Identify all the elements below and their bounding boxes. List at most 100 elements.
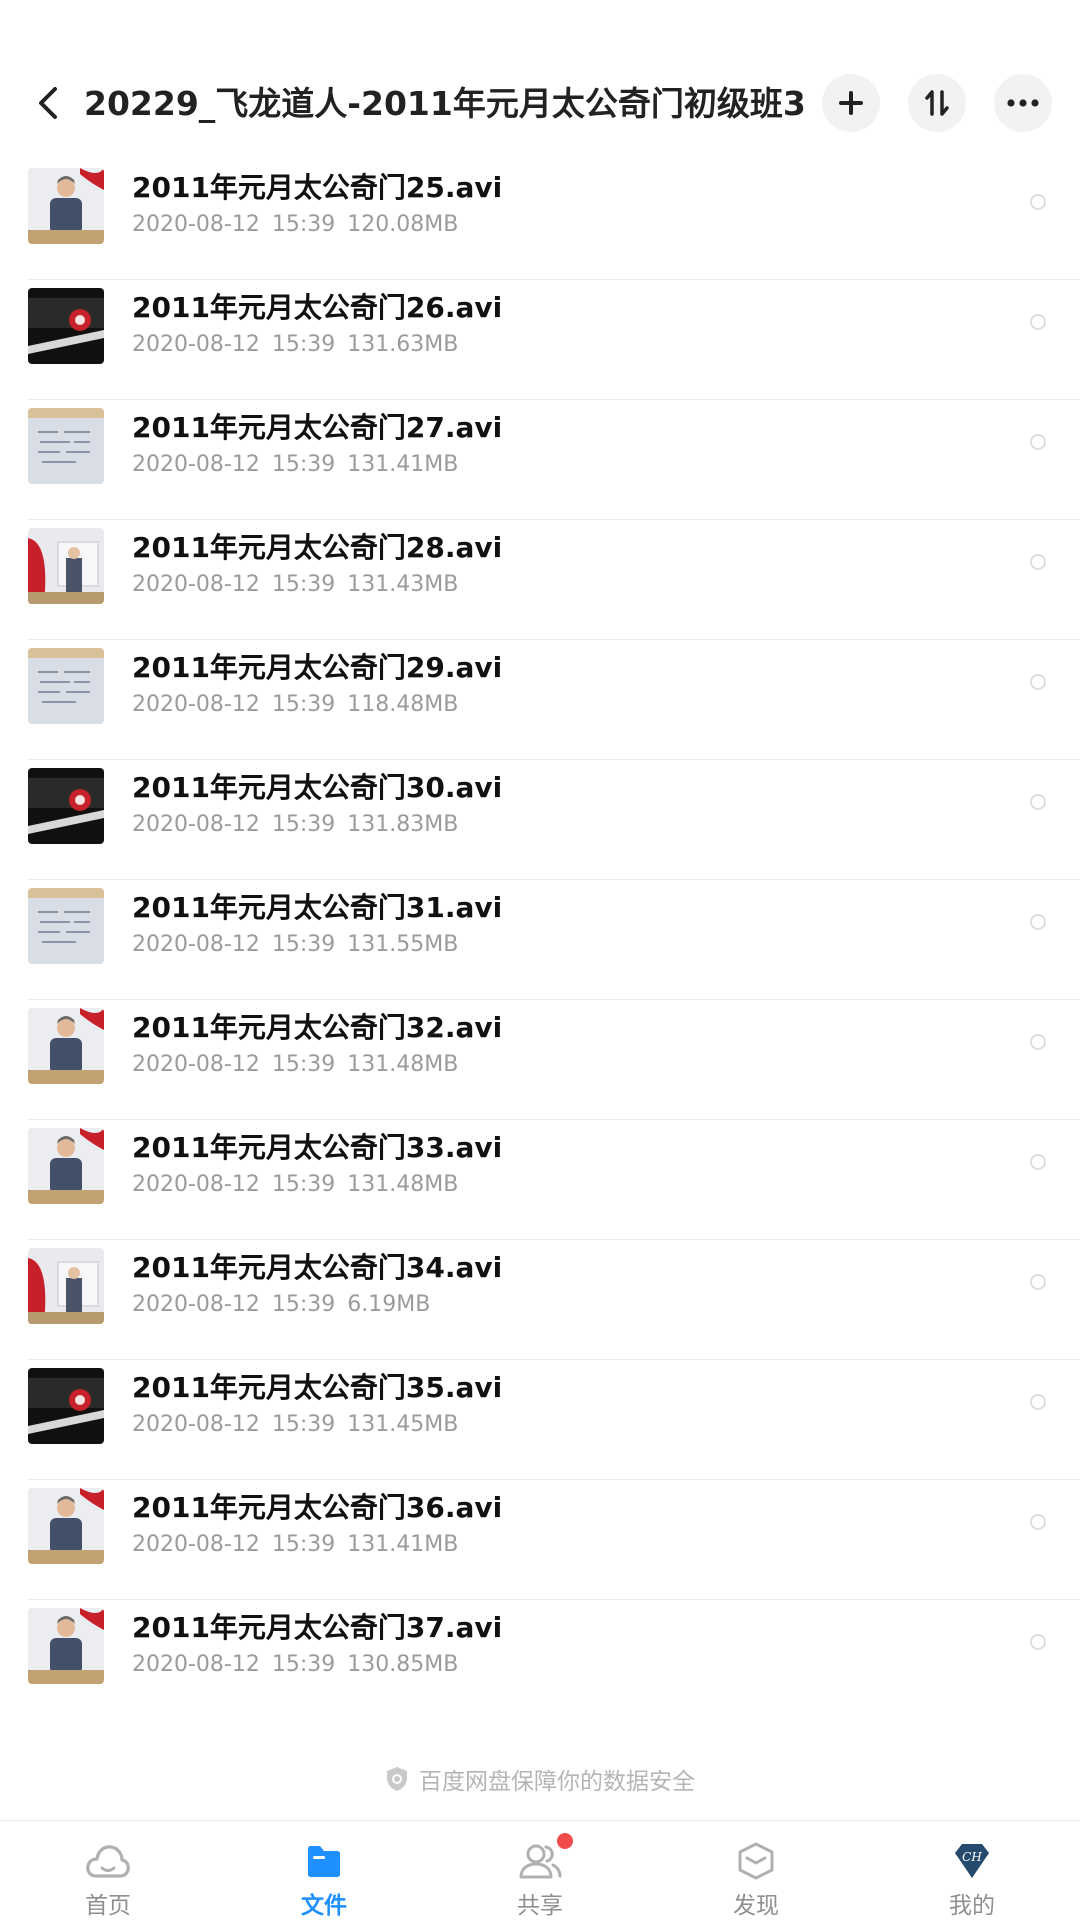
select-radio[interactable] — [1030, 914, 1046, 930]
video-thumbnail — [28, 1488, 104, 1564]
file-row[interactable]: 2011年元月太公奇门32.avi 2020-08-12 15:39 131.48MB — [0, 1000, 1080, 1120]
select-radio[interactable] — [1030, 1634, 1046, 1650]
cloud-icon — [86, 1845, 130, 1878]
file-date: 2020-08-12 — [132, 1412, 260, 1437]
file-date: 2020-08-12 — [132, 452, 260, 477]
select-radio[interactable] — [1030, 1154, 1046, 1170]
plus-icon — [839, 91, 863, 115]
file-row[interactable]: 2011年元月太公奇门35.avi 2020-08-12 15:39 131.45MB — [0, 1360, 1080, 1480]
file-size: 118.48MB — [347, 692, 459, 717]
file-row[interactable]: 2011年元月太公奇门36.avi 2020-08-12 15:39 131.41MB — [0, 1480, 1080, 1600]
file-name: 2011年元月太公奇门26.avi — [132, 291, 503, 324]
file-meta: 2020-08-12 15:39 131.45MB — [132, 1410, 470, 1440]
video-thumbnail — [28, 528, 104, 604]
more-button[interactable] — [994, 74, 1052, 132]
sort-button[interactable] — [908, 74, 966, 132]
file-name: 2011年元月太公奇门34.avi — [132, 1251, 503, 1284]
video-thumbnail — [28, 1008, 104, 1084]
file-time: 15:39 — [271, 932, 336, 957]
file-time: 15:39 — [271, 692, 336, 717]
file-date: 2020-08-12 — [132, 692, 260, 717]
select-radio[interactable] — [1030, 434, 1046, 450]
file-date: 2020-08-12 — [132, 572, 260, 597]
select-radio[interactable] — [1030, 194, 1046, 210]
file-date: 2020-08-12 — [132, 1172, 260, 1197]
file-row[interactable]: 2011年元月太公奇门27.avi 2020-08-12 15:39 131.41MB — [0, 400, 1080, 520]
file-size: 131.83MB — [347, 812, 459, 837]
file-row[interactable]: 2011年元月太公奇门37.avi 2020-08-12 15:39 130.85MB — [0, 1600, 1080, 1720]
select-radio[interactable] — [1030, 314, 1046, 330]
back-button[interactable] — [28, 78, 68, 128]
select-radio[interactable] — [1030, 1274, 1046, 1290]
video-thumbnail — [28, 1608, 104, 1684]
select-radio[interactable] — [1030, 554, 1046, 570]
file-row[interactable]: 2011年元月太公奇门25.avi 2020-08-12 15:39 120.08MB — [0, 160, 1080, 280]
file-row[interactable]: 2011年元月太公奇门30.avi 2020-08-12 15:39 131.83MB — [0, 760, 1080, 880]
nav-discover-label: 发现 — [733, 1893, 779, 1919]
file-name: 2011年元月太公奇门33.avi — [132, 1131, 503, 1164]
file-time: 15:39 — [271, 452, 336, 477]
video-thumbnail — [28, 888, 104, 964]
file-size: 131.48MB — [347, 1172, 459, 1197]
folder-icon — [308, 1846, 340, 1877]
file-time: 15:39 — [271, 1052, 336, 1077]
file-meta: 2020-08-12 15:39 131.43MB — [132, 570, 470, 600]
nav-files[interactable]: 文件 — [216, 1821, 432, 1920]
video-thumbnail — [28, 1368, 104, 1444]
file-list: 2011年元月太公奇门25.avi 2020-08-12 15:39 120.08MB… — [0, 160, 1080, 1720]
file-name: 2011年元月太公奇门31.avi — [132, 891, 503, 924]
file-meta: 2020-08-12 15:39 120.08MB — [132, 210, 470, 240]
page-title: 20229_飞龙道人-2011年元月太公奇门初级班37集 — [84, 84, 804, 123]
file-size: 6.19MB — [347, 1292, 431, 1317]
nav-home[interactable]: 首页 — [0, 1821, 216, 1920]
file-name: 2011年元月太公奇门30.avi — [132, 771, 503, 804]
file-row[interactable]: 2011年元月太公奇门28.avi 2020-08-12 15:39 131.43MB — [0, 520, 1080, 640]
nav-share[interactable]: 共享 — [432, 1821, 648, 1920]
file-time: 15:39 — [271, 332, 336, 357]
file-row[interactable]: 2011年元月太公奇门33.avi 2020-08-12 15:39 131.48MB — [0, 1120, 1080, 1240]
file-name: 2011年元月太公奇门32.avi — [132, 1011, 503, 1044]
video-thumbnail — [28, 288, 104, 364]
file-date: 2020-08-12 — [132, 1652, 260, 1677]
nav-mine[interactable]: CH 我的 — [864, 1821, 1080, 1920]
file-row[interactable]: 2011年元月太公奇门29.avi 2020-08-12 15:39 118.48MB — [0, 640, 1080, 760]
file-meta: 2020-08-12 15:39 130.85MB — [132, 1650, 470, 1680]
file-size: 130.85MB — [347, 1652, 459, 1677]
chevron-left-icon — [39, 87, 57, 119]
file-row[interactable]: 2011年元月太公奇门31.avi 2020-08-12 15:39 131.55MB — [0, 880, 1080, 1000]
file-size: 131.41MB — [347, 452, 459, 477]
select-radio[interactable] — [1030, 1514, 1046, 1530]
select-radio[interactable] — [1030, 674, 1046, 690]
video-thumbnail — [28, 768, 104, 844]
select-radio[interactable] — [1030, 794, 1046, 810]
file-date: 2020-08-12 — [132, 1532, 260, 1557]
video-thumbnail — [28, 168, 104, 244]
nav-discover[interactable]: 发现 — [648, 1821, 864, 1920]
video-thumbnail — [28, 408, 104, 484]
file-meta: 2020-08-12 15:39 118.48MB — [132, 690, 470, 720]
file-meta: 2020-08-12 15:39 131.41MB — [132, 1530, 470, 1560]
file-time: 15:39 — [271, 1412, 336, 1437]
more-icon — [1007, 99, 1039, 107]
file-name: 2011年元月太公奇门36.avi — [132, 1491, 503, 1524]
add-button[interactable] — [822, 74, 880, 132]
nav-share-label: 共享 — [517, 1893, 563, 1919]
select-radio[interactable] — [1030, 1034, 1046, 1050]
people-icon — [519, 1844, 562, 1879]
security-note: 百度网盘保障你的数据安全 — [0, 1762, 1080, 1796]
file-row[interactable]: 2011年元月太公奇门34.avi 2020-08-12 15:39 6.19MB — [0, 1240, 1080, 1360]
file-row[interactable]: 2011年元月太公奇门26.avi 2020-08-12 15:39 131.63MB — [0, 280, 1080, 400]
file-time: 15:39 — [271, 212, 336, 237]
file-meta: 2020-08-12 15:39 131.63MB — [132, 330, 470, 360]
file-date: 2020-08-12 — [132, 812, 260, 837]
file-meta: 2020-08-12 15:39 131.41MB — [132, 450, 470, 480]
select-radio[interactable] — [1030, 1394, 1046, 1410]
file-name: 2011年元月太公奇门29.avi — [132, 651, 503, 684]
file-time: 15:39 — [271, 572, 336, 597]
notification-dot — [557, 1833, 573, 1849]
file-meta: 2020-08-12 15:39 131.48MB — [132, 1050, 470, 1080]
file-date: 2020-08-12 — [132, 332, 260, 357]
video-thumbnail — [28, 1248, 104, 1324]
video-thumbnail — [28, 1128, 104, 1204]
file-date: 2020-08-12 — [132, 1292, 260, 1317]
